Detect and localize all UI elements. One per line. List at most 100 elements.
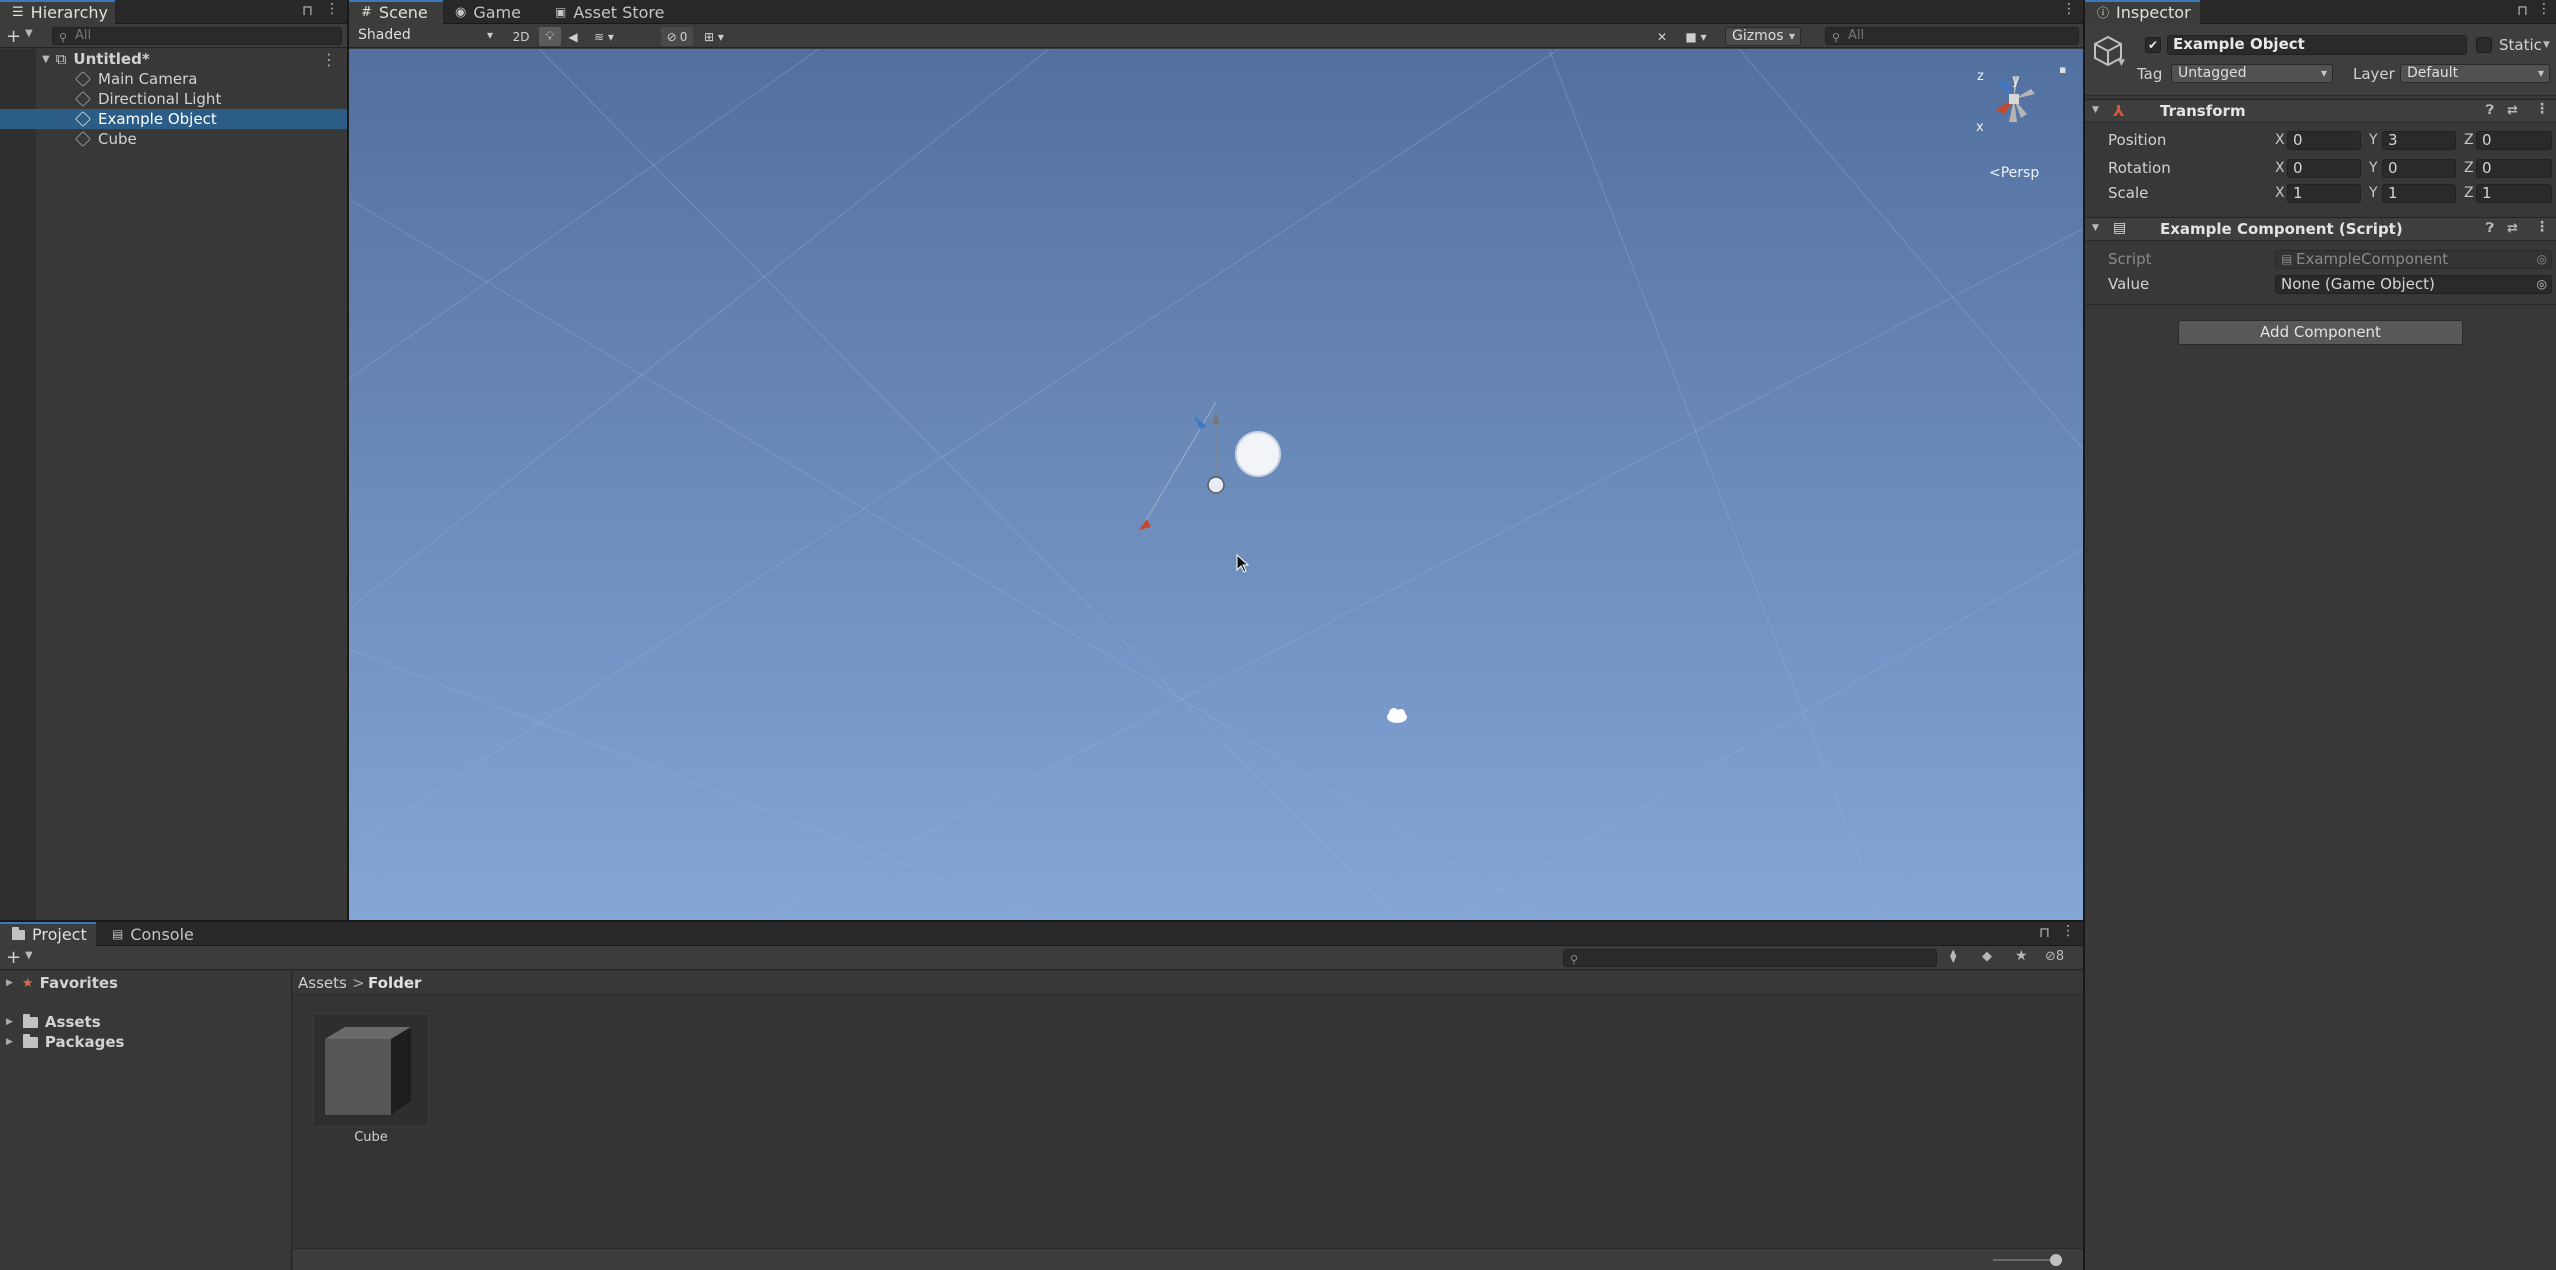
object-picker-icon[interactable]: ◎ <box>2537 276 2547 293</box>
hidden-objects-toggle[interactable]: ⊘ 0 <box>661 27 693 46</box>
add-icon[interactable]: + <box>6 26 21 47</box>
hierarchy-item[interactable]: Directional Light <box>0 89 347 109</box>
axis-y-label: Y <box>2369 160 2378 176</box>
scale-z-field[interactable]: 1 <box>2476 184 2552 203</box>
lock-icon[interactable]: ⊓ <box>2039 925 2050 941</box>
add-icon[interactable]: + <box>6 947 21 968</box>
chevron-down-icon[interactable]: ▼ <box>25 28 33 39</box>
preset-icon[interactable]: ⇄ <box>2507 221 2518 236</box>
more-options-icon[interactable]: ⋮ <box>2537 1 2551 17</box>
scale-y-field[interactable]: 1 <box>2382 184 2456 203</box>
value-object-field[interactable]: None (Game Object) ◎ <box>2275 275 2552 294</box>
lock-icon[interactable]: ⊓ <box>302 3 313 19</box>
lock-icon[interactable]: ⊓ <box>2517 3 2528 19</box>
info-icon: ⓘ <box>2097 5 2110 20</box>
hidden-packages-count: 8 <box>2055 949 2065 964</box>
chevron-down-icon[interactable]: ▼ <box>2118 58 2125 68</box>
object-name-field[interactable]: Example Object <box>2167 35 2467 55</box>
hierarchy-item-selected[interactable]: Example Object <box>0 109 347 129</box>
tab-asset-store[interactable]: ▣ Asset Store <box>543 0 683 24</box>
rotation-y-field[interactable]: 0 <box>2382 159 2456 178</box>
rotation-x-field[interactable]: 0 <box>2287 159 2361 178</box>
more-options-icon[interactable]: ⋮ <box>2062 1 2076 17</box>
lock-icon[interactable]: ▪ <box>2059 63 2066 76</box>
eye-slash-icon: ⊘ <box>666 29 677 44</box>
scene-options-icon[interactable]: ⋮ <box>321 50 337 69</box>
tab-project[interactable]: Project <box>0 922 96 946</box>
tab-scene[interactable]: # Scene <box>349 0 443 24</box>
position-x-field[interactable]: 0 <box>2287 131 2361 150</box>
component-header[interactable]: ▼ ▤ Example Component (Script) ❓︎ ⇄ ⋮ <box>2085 217 2556 241</box>
position-z-field[interactable]: 0 <box>2476 131 2552 150</box>
asset-item[interactable]: Cube <box>312 1013 430 1145</box>
position-x-value: 0 <box>2293 131 2303 149</box>
add-component-button[interactable]: Add Component <box>2178 320 2463 345</box>
breadcrumb-current[interactable]: Folder <box>368 974 421 992</box>
tag-dropdown[interactable]: Untagged <box>2171 64 2333 83</box>
hidden-packages-toggle[interactable]: ⊘8 <box>2045 949 2064 964</box>
script-file-icon: ▤ <box>2113 220 2127 236</box>
layer-dropdown[interactable]: Default <box>2400 64 2550 83</box>
effects-dropdown[interactable]: ≋ ▾ <box>585 27 623 46</box>
project-panel: Project ▤ Console ⊓ ⋮ + ▼ ⚲ ⧫ ◆ ★ ⊘8 ▶ ★… <box>0 922 2083 1270</box>
tab-hierarchy[interactable]: ☰ Hierarchy <box>0 0 115 24</box>
star-icon[interactable]: ★ <box>2015 948 2028 964</box>
lighting-toggle[interactable]: 💡︎ <box>539 27 561 46</box>
static-label[interactable]: Static <box>2499 36 2542 54</box>
projection-toggle[interactable]: <Persp <box>1989 165 2039 181</box>
rotation-z-field[interactable]: 0 <box>2476 159 2552 178</box>
hierarchy-item[interactable]: Cube <box>0 129 347 149</box>
foldout-closed-icon[interactable]: ▶ <box>6 978 13 988</box>
zoom-slider-track[interactable] <box>1993 1259 2055 1261</box>
foldout-open-icon[interactable]: ▼ <box>2092 105 2099 115</box>
projection-label: Persp <box>2000 165 2040 181</box>
more-options-icon[interactable]: ⋮ <box>2061 923 2075 939</box>
tools-button[interactable]: ✕ <box>1651 27 1673 46</box>
help-icon[interactable]: ❓︎ <box>2486 221 2494 236</box>
tree-item-label: Packages <box>44 1033 125 1051</box>
foldout-closed-icon[interactable]: ▶ <box>6 1037 13 1047</box>
foldout-closed-icon[interactable]: ▶ <box>6 1017 13 1027</box>
tab-asset-store-label: Asset Store <box>573 2 665 22</box>
chevron-down-icon[interactable]: ▼ <box>2543 40 2550 50</box>
chevron-down-icon[interactable]: ▼ <box>25 950 33 961</box>
breadcrumb-root[interactable]: Assets <box>298 974 347 992</box>
search-by-type-icon[interactable]: ⧫ <box>1950 949 1956 964</box>
search-by-label-icon[interactable]: ◆ <box>1982 949 1992 964</box>
mode-2d-button[interactable]: 2D <box>507 27 535 46</box>
project-search-input[interactable]: ⚲ <box>1563 949 1937 967</box>
more-options-icon[interactable]: ⋮ <box>325 1 339 17</box>
tab-inspector[interactable]: ⓘ Inspector <box>2085 0 2200 24</box>
shading-mode-dropdown[interactable]: Shaded <box>351 26 499 45</box>
foldout-open-icon[interactable]: ▼ <box>2092 223 2099 233</box>
scene-root-row[interactable]: ▼ ⧉ Untitled* ⋮ <box>0 49 347 69</box>
tree-item-assets[interactable]: ▶ Assets <box>0 1012 291 1032</box>
hierarchy-search-input[interactable]: ⚲ All <box>52 27 342 45</box>
scene-viewport[interactable]: z y x ▪ <Persp <box>349 49 2083 920</box>
scale-x-field[interactable]: 1 <box>2287 184 2361 203</box>
help-icon[interactable]: ❓︎ <box>2486 103 2494 118</box>
tab-game[interactable]: ◉ Game <box>443 0 543 24</box>
transform-title: Transform <box>2160 102 2246 120</box>
static-checkbox[interactable] <box>2476 37 2492 53</box>
zoom-slider-handle[interactable] <box>2050 1254 2062 1266</box>
position-y-field[interactable]: 3 <box>2382 131 2456 150</box>
project-toolbar: + ▼ ⚲ ⧫ ◆ ★ ⊘8 <box>0 946 2083 970</box>
camera-dropdown[interactable]: ■ ▾ <box>1678 27 1714 46</box>
audio-toggle[interactable]: ◀︎ <box>562 27 584 46</box>
component-options-icon[interactable]: ⋮ <box>2535 219 2549 235</box>
axis-y-label: Y <box>2369 132 2378 148</box>
active-checkbox[interactable]: ✔ <box>2145 37 2161 53</box>
preset-icon[interactable]: ⇄ <box>2507 103 2518 118</box>
foldout-open-icon[interactable]: ▼ <box>42 54 50 65</box>
grid-snap-dropdown[interactable]: ⊞ ▾ <box>695 27 733 46</box>
gizmos-dropdown[interactable]: Gizmos <box>1725 27 1801 46</box>
tab-console[interactable]: ▤ Console <box>100 922 204 946</box>
component-options-icon[interactable]: ⋮ <box>2535 101 2549 117</box>
mouse-cursor-icon <box>1236 554 1250 573</box>
tree-item-packages[interactable]: ▶ Packages <box>0 1032 291 1052</box>
hierarchy-item[interactable]: Main Camera <box>0 69 347 89</box>
scene-search-input[interactable]: ⚲ All <box>1825 27 2079 45</box>
tree-item-favorites[interactable]: ▶ ★ Favorites <box>0 973 291 993</box>
transform-header[interactable]: ▼ ⅄ Transform ❓︎ ⇄ ⋮ <box>2085 99 2556 123</box>
